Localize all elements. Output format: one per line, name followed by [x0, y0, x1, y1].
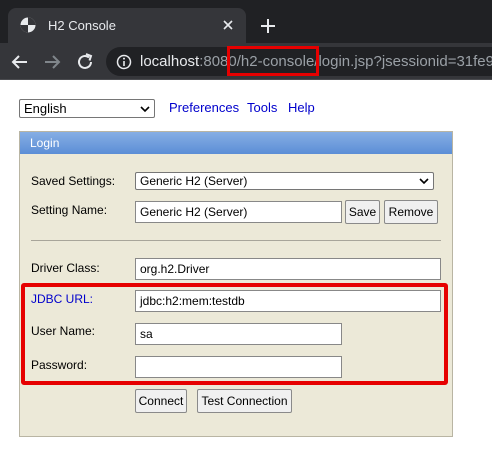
help-link[interactable]: Help: [288, 100, 315, 115]
tab-title: H2 Console: [48, 18, 116, 33]
password-label: Password:: [31, 358, 88, 372]
forward-arrow-icon[interactable]: [42, 52, 62, 72]
test-connection-button[interactable]: Test Connection: [197, 389, 292, 413]
jdbc-url-label: JDBC URL:: [31, 292, 94, 306]
saved-settings-select[interactable]: Generic H2 (Server): [135, 172, 434, 190]
close-icon[interactable]: [220, 17, 236, 33]
password-input[interactable]: [135, 356, 342, 378]
url-text: localhost:8080/h2-console/login.jsp?jses…: [140, 52, 492, 71]
setting-name-input[interactable]: Generic H2 (Server): [135, 201, 342, 223]
language-select[interactable]: English: [19, 99, 155, 118]
user-name-input[interactable]: sa: [135, 323, 342, 345]
jdbc-url-input[interactable]: jdbc:h2:mem:testdb: [135, 290, 441, 312]
tools-link[interactable]: Tools: [247, 100, 277, 115]
chevron-down-icon: [419, 178, 429, 185]
remove-button[interactable]: Remove: [384, 200, 438, 224]
preferences-link[interactable]: Preferences: [169, 100, 239, 115]
login-header: Login: [20, 132, 452, 154]
info-icon[interactable]: [116, 54, 132, 70]
language-value: English: [24, 101, 67, 116]
setting-name-label: Setting Name:: [31, 203, 108, 217]
back-arrow-icon[interactable]: [10, 52, 30, 72]
user-name-label: User Name:: [31, 324, 96, 338]
saved-settings-value: Generic H2 (Server): [140, 174, 248, 188]
save-button[interactable]: Save: [345, 200, 380, 224]
driver-class-label: Driver Class:: [31, 261, 100, 275]
browser-tab[interactable]: H2 Console: [8, 8, 246, 43]
chevron-down-icon: [140, 106, 150, 113]
driver-class-input[interactable]: org.h2.Driver: [135, 258, 441, 280]
browser-toolbar: localhost:8080/h2-console/login.jsp?jses…: [0, 43, 492, 80]
saved-settings-label: Saved Settings:: [31, 174, 116, 188]
address-bar[interactable]: localhost:8080/h2-console/login.jsp?jses…: [106, 47, 492, 76]
new-tab-icon[interactable]: [258, 16, 278, 36]
h2-favicon-icon: [20, 17, 36, 33]
connect-button[interactable]: Connect: [135, 389, 187, 413]
browser-tab-strip: H2 Console: [0, 0, 492, 43]
divider: [31, 240, 441, 241]
login-panel: Login Saved Settings: Generic H2 (Server…: [19, 131, 453, 437]
reload-icon[interactable]: [75, 52, 95, 72]
url-host: localhost: [140, 53, 200, 70]
url-path: :8080/h2-console/login.jsp?jsessionid=31…: [199, 53, 492, 70]
